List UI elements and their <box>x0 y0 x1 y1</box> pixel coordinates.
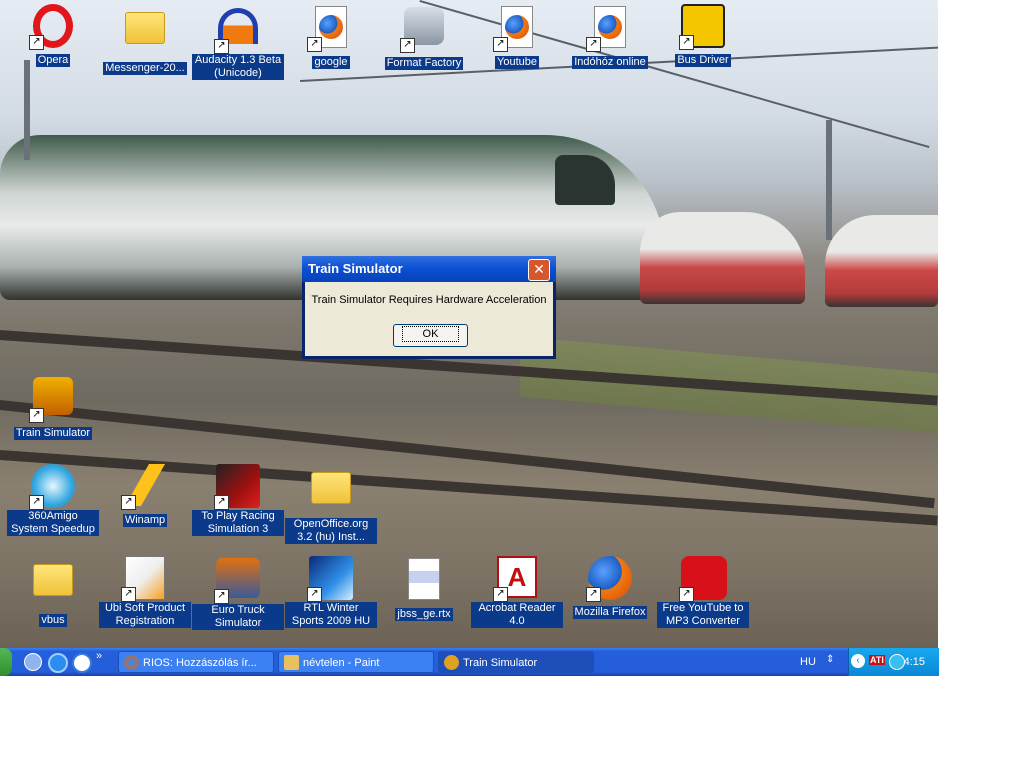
icon-label: Audacity 1.3 Beta (Unicode) <box>192 54 284 80</box>
quicklaunch-chevron-icon[interactable]: » <box>96 650 102 662</box>
shortcut-arrow-icon: ↗ <box>493 37 508 52</box>
shortcut-arrow-icon: ↗ <box>493 587 508 602</box>
icon-label: Free YouTube to MP3 Converter <box>657 602 749 628</box>
red-train-wallpaper <box>640 212 805 304</box>
icon-label: Opera <box>35 54 71 67</box>
shortcut-arrow-icon: ↗ <box>214 39 229 54</box>
clock[interactable]: 4:15 <box>904 648 925 676</box>
task-firefox-rios[interactable]: RIOS: Hozzászólás ír... <box>118 651 274 673</box>
shortcut-arrow-icon: ↗ <box>400 38 415 53</box>
icon-label: Messenger-20... <box>103 62 187 75</box>
desktop-icon-format-factory[interactable]: ↗ Format Factory <box>378 4 470 71</box>
shortcut-arrow-icon: ↗ <box>29 408 44 423</box>
icon-label: Ubi Soft Product Registration <box>99 602 191 628</box>
desktop-icon-racing-simulation[interactable]: ↗ To Play Racing Simulation 3 <box>192 464 284 537</box>
ati-tray-icon[interactable]: ATI <box>869 655 885 665</box>
desktop-icon-messenger[interactable]: Messenger-20... <box>99 4 191 76</box>
desktop-icon-winamp[interactable]: ↗ Winamp <box>99 464 191 528</box>
shortcut-arrow-icon: ↗ <box>29 35 44 50</box>
icon-label: google <box>312 56 350 69</box>
task-label: RIOS: Hozzászólás ír... <box>143 657 257 669</box>
folder-icon <box>311 472 351 504</box>
show-desktop-icon[interactable] <box>24 653 42 671</box>
ok-button[interactable]: OK <box>393 324 468 347</box>
shortcut-arrow-icon: ↗ <box>214 589 229 604</box>
desktop-icon-euro-truck[interactable]: ↗ Euro Truck Simulator <box>192 556 284 631</box>
icon-label: Winamp <box>122 514 168 527</box>
paint-icon <box>284 655 299 670</box>
desktop-icon-audacity[interactable]: ↗ Audacity 1.3 Beta (Unicode) <box>192 4 284 81</box>
dialog-message: Train Simulator Requires Hardware Accele… <box>311 294 547 306</box>
desktop-icon-jbss-rtx[interactable]: jbss_ge.rtx <box>378 556 470 622</box>
catenary-pole <box>24 60 30 160</box>
icon-label: Bus Driver <box>675 54 731 67</box>
icon-label: RTL Winter Sports 2009 HU <box>285 602 377 628</box>
system-tray: ‹ ATI 4:15 <box>848 648 939 676</box>
folder-icon <box>33 564 73 596</box>
desktop-icon-youtube[interactable]: ↗ Youtube <box>471 4 563 70</box>
shortcut-arrow-icon: ↗ <box>121 587 136 602</box>
shortcut-arrow-icon: ↗ <box>586 587 601 602</box>
icon-label: Mozilla Firefox <box>572 606 648 619</box>
shortcut-arrow-icon: ↗ <box>679 587 694 602</box>
desktop-icon-vbus[interactable]: vbus <box>7 556 99 628</box>
task-train-simulator[interactable]: Train Simulator <box>438 651 594 673</box>
shortcut-arrow-icon: ↗ <box>121 495 136 510</box>
icon-label: OpenOffice.org 3.2 (hu) Inst... <box>285 518 377 544</box>
icon-label: 360Amigo System Speedup <box>7 510 99 536</box>
icon-label: To Play Racing Simulation 3 <box>192 510 284 536</box>
desktop-icon-360amigo[interactable]: ↗ 360Amigo System Speedup <box>7 464 99 537</box>
catenary-pole <box>826 120 832 240</box>
icon-label: Acrobat Reader 4.0 <box>471 602 563 628</box>
task-paint[interactable]: névtelen - Paint <box>278 651 434 673</box>
icon-label: jbss_ge.rtx <box>395 608 453 621</box>
desktop-icon-rtl-winter-sports[interactable]: ↗ RTL Winter Sports 2009 HU <box>285 556 377 629</box>
icon-label: vbus <box>39 614 67 627</box>
desktop: ↗ Opera Messenger-20... ↗ Audacity 1.3 B… <box>0 0 938 648</box>
desktop-icon-opera[interactable]: ↗ Opera <box>7 4 99 68</box>
folder-icon <box>125 12 165 44</box>
internet-explorer-icon[interactable] <box>48 653 68 673</box>
desktop-icon-google[interactable]: ↗ google <box>285 4 377 70</box>
icon-label: Youtube <box>495 56 539 69</box>
desktop-icon-mozilla-firefox[interactable]: ↗ Mozilla Firefox <box>564 556 656 620</box>
task-label: Train Simulator <box>463 657 538 669</box>
taskbar: » RIOS: Hozzászólás ír... névtelen - Pai… <box>0 648 939 676</box>
shortcut-arrow-icon: ↗ <box>29 495 44 510</box>
dialog-title: Train Simulator <box>302 256 556 282</box>
shortcut-arrow-icon: ↗ <box>307 37 322 52</box>
desktop-icon-youtube-mp3[interactable]: ↗ Free YouTube to MP3 Converter <box>657 556 749 629</box>
task-label: névtelen - Paint <box>303 657 380 669</box>
icon-label: Format Factory <box>384 57 464 70</box>
close-icon[interactable]: ✕ <box>528 259 550 281</box>
desktop-icon-acrobat-reader[interactable]: A ↗ Acrobat Reader 4.0 <box>471 556 563 629</box>
shortcut-arrow-icon: ↗ <box>307 587 322 602</box>
icon-label: Indóhóz online <box>572 56 648 69</box>
shortcut-arrow-icon: ↗ <box>586 37 601 52</box>
language-updown-icon[interactable]: ⇕ <box>826 654 834 665</box>
shortcut-arrow-icon: ↗ <box>679 35 694 50</box>
icon-label: Euro Truck Simulator <box>192 604 284 630</box>
red-train-wallpaper-2 <box>825 215 938 307</box>
train-simulator-icon <box>444 655 459 670</box>
desktop-icon-bus-driver[interactable]: ↗ Bus Driver <box>657 4 749 68</box>
ok-button-label: OK <box>401 326 460 342</box>
language-indicator[interactable]: HU <box>800 648 816 676</box>
error-dialog: Train Simulator ✕ Train Simulator Requir… <box>302 256 556 359</box>
tray-expand-icon[interactable]: ‹ <box>851 654 865 668</box>
desktop-icon-openoffice-folder[interactable]: OpenOffice.org 3.2 (hu) Inst... <box>285 464 377 545</box>
shortcut-arrow-icon: ↗ <box>214 495 229 510</box>
icon-label: Train Simulator <box>13 427 93 440</box>
document-icon <box>408 558 440 600</box>
desktop-icon-indohoz-online[interactable]: ↗ Indóhóz online <box>564 4 656 70</box>
media-player-icon[interactable] <box>72 653 92 673</box>
desktop-icon-train-simulator[interactable]: ↗ Train Simulator <box>7 374 99 441</box>
desktop-icon-ubisoft-registration[interactable]: ↗ Ubi Soft Product Registration <box>99 556 191 629</box>
firefox-icon <box>124 655 139 670</box>
start-button[interactable] <box>0 648 12 676</box>
